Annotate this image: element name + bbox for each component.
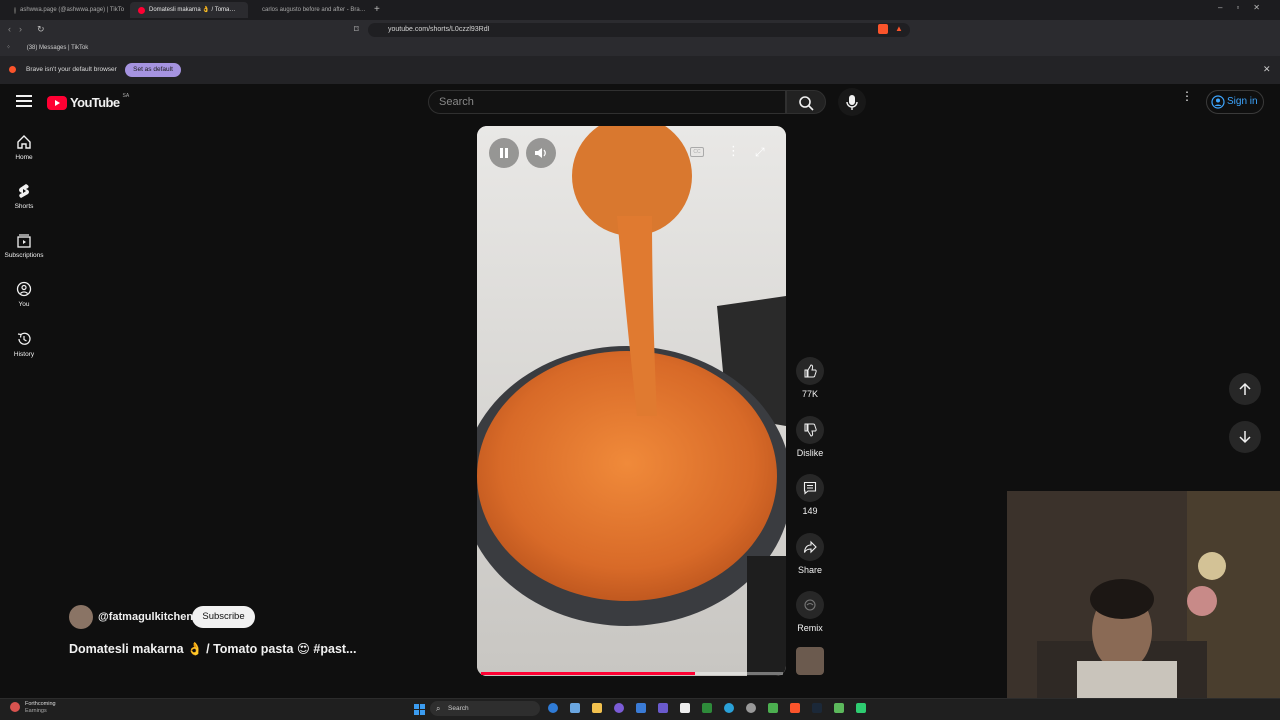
nav-arrows-icon[interactable]: ‹› [8,24,30,34]
history-icon [17,332,31,345]
thumbs-down-icon [804,423,817,437]
tiktok-icon [14,6,16,14]
brave-shield-icon[interactable] [878,24,888,34]
menu-icon[interactable] [16,94,32,113]
tab-carlos[interactable]: carlos augusto before and after - Bra… [250,2,368,18]
taskbar-search[interactable]: ⌕ Search [430,701,540,716]
app-icon-8[interactable] [856,703,866,713]
comment-icon [803,481,817,495]
share-button[interactable]: Share [794,533,826,575]
xbox-icon[interactable] [702,703,712,713]
app-icon-4[interactable] [680,703,690,713]
app-icon-1[interactable] [614,703,624,713]
app-icon-3[interactable] [658,703,668,713]
comments-button[interactable]: 149 [794,474,826,516]
sidebar-item-you[interactable]: You [0,281,48,308]
share-icon [803,540,817,554]
dislike-button[interactable]: Dislike [792,416,828,458]
you-icon [16,281,32,297]
telegram-icon[interactable] [724,703,734,713]
pause-button[interactable] [489,138,519,168]
short-video-player[interactable] [477,126,786,676]
sidebar-item-subscriptions[interactable]: Subscriptions [0,232,48,259]
arrow-down-icon [1239,431,1251,444]
steam-icon[interactable] [812,703,822,713]
weather-icon[interactable] [10,702,20,712]
fullscreen-icon[interactable]: ⤢ [755,145,765,160]
reload-icon[interactable]: ↻ [37,24,45,35]
app-icon-2[interactable] [636,703,646,713]
avatar[interactable] [69,605,93,629]
account-icon [1211,95,1225,109]
previous-short-button[interactable] [1229,373,1261,405]
brave-rewards-icon[interactable]: ▲ [895,24,903,33]
mail-icon[interactable] [570,703,580,713]
brave-lion-icon [9,66,16,73]
brave-taskbar-icon[interactable] [790,703,800,713]
sidebar-item-history[interactable]: History [0,331,48,358]
app-icon-7[interactable] [834,703,844,713]
windows-logo-icon [414,704,425,715]
volume-icon [535,148,546,158]
subscriptions-icon [17,234,31,248]
microphone-icon [846,95,858,110]
progress-fill [481,672,695,675]
voice-search-button[interactable] [838,88,866,116]
bookmark-tiktok-messages[interactable]: (38) Messages | TikTok [27,45,89,51]
sidebar-item-home[interactable]: Home [0,134,48,161]
infobar-text: Brave isn't your default browser [26,66,117,73]
window-controls[interactable]: –▫✕ [1218,3,1274,12]
default-browser-infobar: Brave isn't your default browser ✕ [0,56,1280,84]
bookmarks-bar: ⁘ (38) Messages | TikTok [0,40,1280,56]
weather-widget[interactable]: Forthcoming Earnings [25,701,56,715]
video-frame-pasta-sauce [477,126,786,676]
sound-thumbnail[interactable] [796,647,824,675]
search-input[interactable]: Search [428,90,786,114]
channel-name[interactable]: @fatmagulkitchen [98,611,193,623]
pause-icon [500,148,508,158]
youtube-play-icon [47,95,67,110]
shorts-icon [19,184,29,198]
search-icon [799,96,814,111]
remix-button[interactable]: Remix [794,591,826,633]
sidebar-item-shorts[interactable]: Shorts [0,183,48,210]
player-more-icon[interactable]: ⋮ [727,143,740,159]
short-title[interactable]: Domatesli makarna 👌 / Tomato pasta 😍 #pa… [69,641,356,657]
start-button[interactable] [414,702,425,720]
app-icon-5[interactable] [746,703,756,713]
close-icon[interactable]: ✕ [1263,64,1271,75]
url-bar[interactable]: youtube.com/shorts/L0czzl93RdI [368,23,910,37]
webcam-person-image [1007,491,1280,698]
more-options-icon[interactable]: ⋮ [1181,90,1193,102]
subscribe-button[interactable]: Subscribe [192,606,255,628]
apps-grid-icon[interactable]: ⁘ [6,45,11,51]
file-explorer-icon[interactable] [592,703,602,713]
arrow-up-icon [1239,382,1251,395]
sign-in-button[interactable]: Sign in [1206,90,1264,114]
taskbar-search-icon: ⌕ [436,704,441,713]
new-tab-icon[interactable]: + [374,4,380,15]
remix-icon [804,599,816,611]
bookmark-icon[interactable]: ⌑ [354,24,359,35]
home-icon [17,135,31,149]
edge-icon[interactable] [548,703,558,713]
captions-icon[interactable]: CC [690,147,704,157]
volume-button[interactable] [526,138,556,168]
app-icon-6[interactable] [768,703,778,713]
like-button[interactable]: 77K [794,357,826,399]
thumbs-up-icon [804,364,817,378]
set-default-button[interactable]: Set as default [125,63,181,77]
youtube-favicon-icon [138,6,145,14]
search-button[interactable] [786,90,826,114]
tab-tiktok[interactable]: ashwwa.page (@ashwwa.page) | TikTok [6,2,124,18]
youtube-logo[interactable]: YouTube SA [47,93,129,110]
next-short-button[interactable] [1229,421,1261,453]
tab-youtube[interactable]: Domatesli makarna 👌 / Toma… [130,2,248,18]
webcam-overlay [1007,491,1280,698]
